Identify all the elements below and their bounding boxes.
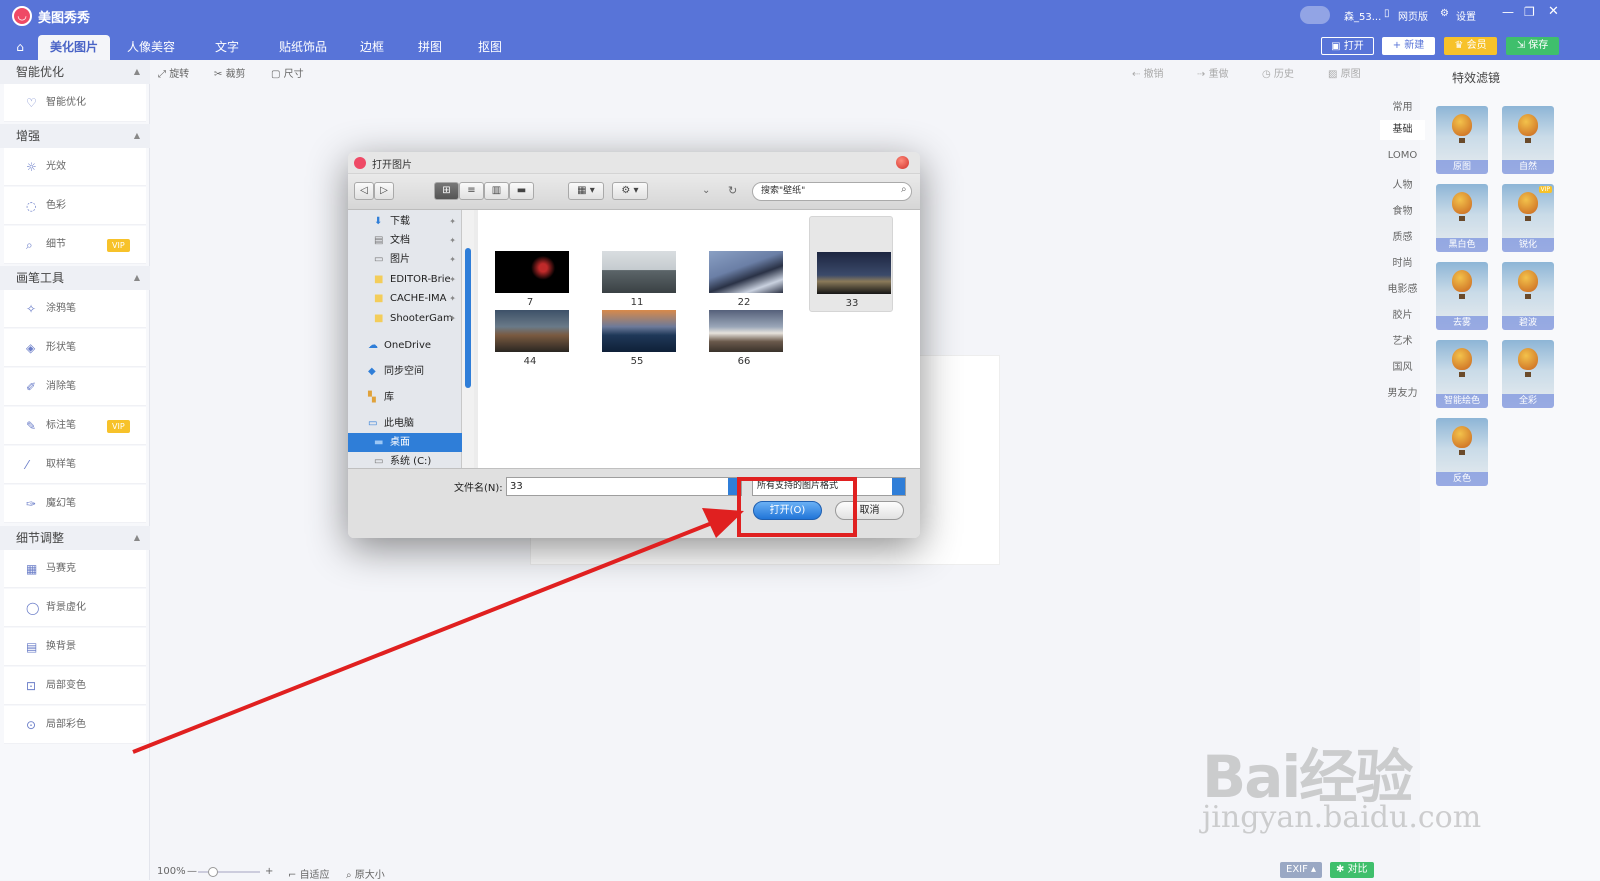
exif-button[interactable]: EXIF ▴ <box>1280 862 1323 878</box>
zoom-in-icon[interactable]: + <box>265 866 273 877</box>
compare-icon: ✱ <box>1336 864 1348 875</box>
fit-icon: ⌐ <box>288 870 300 881</box>
magnifier-icon: ⌕ <box>346 870 355 881</box>
fit-button[interactable]: ⌐ 自适应 <box>288 866 330 881</box>
zoom-out-icon[interactable]: — <box>187 866 197 877</box>
zoom-slider[interactable] <box>198 867 260 877</box>
baidu-jingyan-watermark: Bai经验 jingyan.baidu.com <box>1202 743 1482 835</box>
zoom-slider-thumb[interactable] <box>208 867 218 877</box>
actual-size-button[interactable]: ⌕ 原大小 <box>346 866 385 881</box>
zoom-level: 100% <box>157 866 186 877</box>
compare-button[interactable]: ✱ 对比 <box>1330 862 1374 878</box>
arrow-line <box>132 521 713 754</box>
